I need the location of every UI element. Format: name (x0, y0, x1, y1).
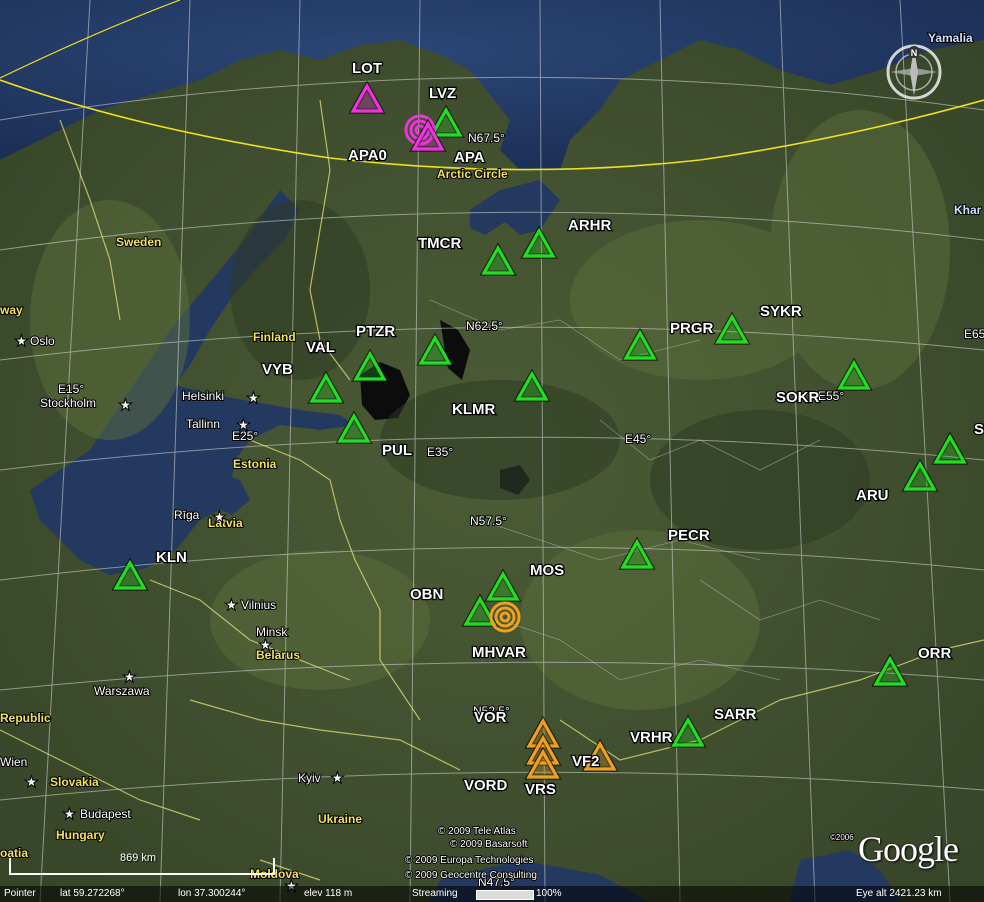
svg-text:★: ★ (226, 598, 237, 612)
station-label: VRHR (630, 729, 673, 746)
streaming-label: Streaming (412, 888, 458, 899)
station-label: MOS (530, 562, 564, 579)
svg-text:Wien: Wien (0, 755, 27, 769)
arctic-circle-label: Arctic Circle (437, 167, 508, 181)
svg-text:Kyiv: Kyiv (298, 771, 321, 785)
svg-text:Oslo: Oslo (30, 334, 55, 348)
streaming-percent: 100% (536, 888, 562, 899)
station-label: S (974, 421, 984, 438)
city-tallinn[interactable]: Tallinn ★ (185, 416, 250, 433)
station-label: PECR (668, 527, 710, 544)
station-label: ARU (856, 487, 889, 504)
station-sarr[interactable]: SARR (713, 705, 758, 725)
station-label: TMCR (418, 235, 461, 252)
svg-text:★: ★ (120, 398, 131, 412)
city-kyiv[interactable]: Kyiv ★ (297, 770, 344, 786)
country-label-finland: Finland (253, 330, 296, 344)
eye-altitude: Eye alt 2421.23 km (856, 888, 942, 899)
svg-text:★: ★ (248, 391, 259, 405)
credit-geocentre: © 2009 Geocentre Consulting (405, 870, 537, 881)
google-logo: Google (858, 829, 959, 869)
station-label: APA (454, 149, 485, 166)
city-budapest[interactable]: ★ Budapest (63, 806, 132, 822)
station-label: SYKR (760, 303, 802, 320)
map-canvas[interactable]: Arctic Circle N67.5° N62.5° N57.5° N52.5… (0, 0, 984, 902)
streaming-progress-bar (476, 890, 534, 900)
svg-text:Minsk: Minsk (256, 625, 288, 639)
svg-text:★: ★ (124, 670, 135, 684)
pointer-lat: lat 59.272268° (60, 888, 125, 899)
svg-text:★: ★ (260, 638, 271, 652)
grid-label-e45: E45° (625, 432, 651, 446)
pointer-label: Pointer (4, 888, 36, 899)
station-label: MHVAR (472, 644, 526, 661)
station-label: KLN (156, 549, 187, 566)
credit-tele-atlas: © 2009 Tele Atlas (438, 826, 516, 837)
grid-label-e15: E15° (58, 382, 84, 396)
svg-text:★: ★ (214, 510, 225, 524)
station-label: VORD (464, 777, 508, 794)
station-label: VOR (474, 709, 507, 726)
grid-label-e55: E55° (818, 389, 844, 403)
country-label-estonia: Estonia (233, 457, 277, 471)
status-bar: Pointer lat 59.272268° lon 37.300244° el… (0, 886, 984, 902)
svg-text:Rīga: Rīga (174, 508, 200, 522)
svg-text:★: ★ (64, 807, 75, 821)
country-label-slovakia: Slovakia (50, 775, 99, 789)
grid-label-n62: N62.5° (466, 319, 503, 333)
svg-text:Warszawa: Warszawa (94, 684, 150, 698)
station-label: VF2 (572, 753, 600, 770)
city-vilnius[interactable]: ★ Vilnius (225, 597, 277, 613)
svg-text:Vilnius: Vilnius (241, 598, 276, 612)
svg-text:★: ★ (238, 418, 249, 432)
station-label: KLMR (452, 401, 495, 418)
svg-text:Helsinki: Helsinki (182, 389, 224, 403)
station-label: SOKR (776, 389, 820, 406)
station-label: OBN (410, 586, 443, 603)
station-label: PTZR (356, 323, 395, 340)
map-viewport[interactable]: Arctic Circle N67.5° N62.5° N57.5° N52.5… (0, 0, 984, 902)
station-label: APA0 (348, 147, 387, 164)
country-label-khar: Khar (954, 203, 982, 217)
station-label: VRS (525, 781, 556, 798)
station-label: LVZ (429, 85, 456, 102)
station-label: ORR (918, 645, 952, 662)
scale-label: 869 km (120, 852, 157, 864)
country-label-norway: way (0, 303, 23, 317)
svg-text:★: ★ (16, 334, 27, 348)
svg-text:Tallinn: Tallinn (186, 417, 220, 431)
city-oslo[interactable]: ★ Oslo (15, 333, 56, 349)
compass-icon[interactable]: N (884, 42, 944, 102)
country-label-republic: Republic (0, 711, 51, 725)
city-helsinki[interactable]: Helsinki ★ (181, 388, 260, 406)
station-label: SARR (714, 706, 757, 723)
station-label: VAL (306, 339, 335, 356)
compass-north-label: N (911, 48, 918, 58)
station-label: LOT (352, 60, 382, 77)
svg-text:Stockholm: Stockholm (40, 396, 96, 410)
pointer-elev: elev 118 m (304, 888, 353, 899)
image-year-credit: ©2006 (830, 833, 854, 842)
compass-control[interactable]: N (884, 42, 944, 102)
station-label: ARHR (568, 217, 611, 234)
grid-label-e35: E35° (427, 445, 453, 459)
station-label: PRGR (670, 320, 714, 337)
svg-text:★: ★ (332, 771, 343, 785)
country-label-hungary: Hungary (56, 828, 105, 842)
svg-text:Budapest: Budapest (80, 807, 131, 821)
pointer-lon: lon 37.300244° (178, 888, 246, 899)
station-label: VYB (262, 361, 293, 378)
credit-basarsoft: © 2009 Basarsoft (450, 839, 528, 850)
grid-label-n57: N57.5° (470, 514, 507, 528)
svg-text:★: ★ (26, 775, 37, 789)
country-label-ukraine: Ukraine (318, 812, 362, 826)
credit-europa: © 2009 Europa Technologies (405, 855, 533, 866)
station-label: PUL (382, 442, 412, 459)
grid-label-n67: N67.5° (468, 131, 505, 145)
country-label-sweden: Sweden (116, 235, 161, 249)
grid-label-e65: E65° (964, 327, 984, 341)
